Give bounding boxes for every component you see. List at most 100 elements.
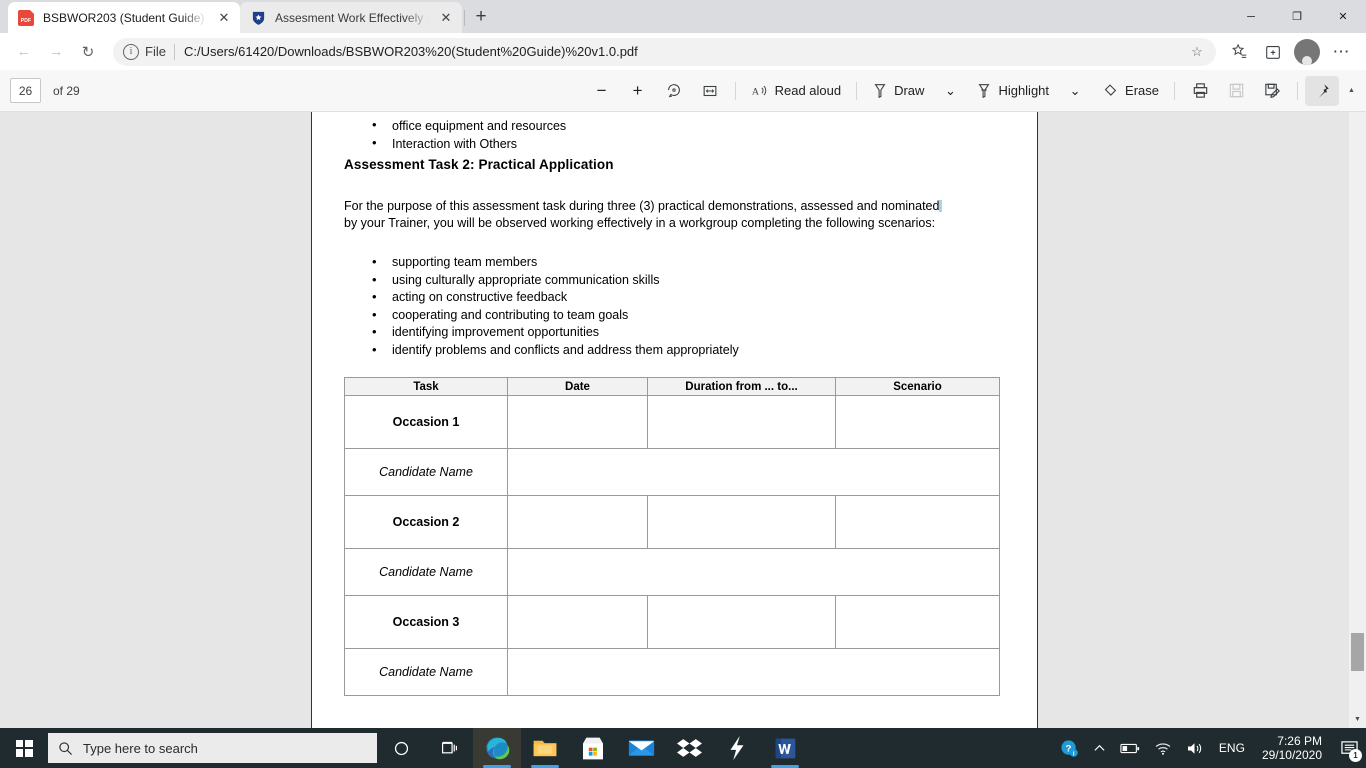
url-text[interactable]: C:/Users/61420/Downloads/BSBWOR203%20(St… (184, 44, 1184, 59)
rotate-icon[interactable] (656, 76, 692, 106)
taskbar-app-file-explorer-icon[interactable] (521, 728, 569, 768)
text-selection-caret (939, 200, 943, 212)
pdf-page-26: office equipment and resources Interacti… (311, 112, 1038, 728)
tab-close-icon[interactable]: ✕ (438, 10, 454, 26)
refresh-icon[interactable]: ↻ (72, 37, 104, 67)
date-cell[interactable] (507, 595, 648, 649)
row-label: Occasion 2 (344, 495, 508, 549)
notifications-button[interactable]: 1 (1332, 728, 1366, 768)
back-icon[interactable]: ← (8, 37, 40, 67)
zoom-in-button[interactable]: + (620, 76, 656, 106)
save-as-icon[interactable] (1254, 76, 1290, 106)
pdf-viewer-area: office equipment and resources Interacti… (0, 112, 1366, 728)
candidate-name-cell[interactable] (507, 648, 1000, 696)
forward-icon[interactable]: → (40, 37, 72, 67)
list-item: office equipment and resources (368, 116, 1004, 135)
notification-badge: 1 (1349, 749, 1362, 762)
scenario-cell[interactable] (835, 595, 1000, 649)
print-icon[interactable] (1182, 76, 1218, 106)
pin-icon (1318, 84, 1329, 98)
list-item: cooperating and contributing to team goa… (368, 306, 1004, 325)
pin-toolbar-button[interactable] (1305, 75, 1339, 106)
save-icon[interactable] (1218, 76, 1254, 106)
taskbar-app-mail-icon[interactable] (617, 728, 665, 768)
address-bar[interactable]: i File C:/Users/61420/Downloads/BSBWOR20… (113, 37, 1216, 66)
task-view-icon[interactable] (425, 728, 473, 768)
show-hidden-icons-chevron-up-icon[interactable] (1086, 728, 1113, 768)
add-favorite-icon[interactable]: ☆ (1184, 44, 1210, 60)
draw-label: Draw (894, 83, 925, 98)
browser-tab-1[interactable]: Assesment Work Effectively at the ✕ (240, 2, 462, 33)
profile-avatar[interactable] (1290, 37, 1324, 67)
taskbar-app-microsoft-edge-icon[interactable] (473, 728, 521, 768)
candidate-name-cell[interactable] (507, 448, 1000, 496)
doc-scenario-bullet-list: supporting team members using culturally… (368, 253, 1004, 360)
list-item: supporting team members (368, 253, 1004, 272)
search-placeholder: Type here to search (83, 740, 198, 756)
help-question-icon[interactable]: ? i (1053, 728, 1086, 768)
settings-and-more-icon[interactable]: ⋯ (1324, 37, 1358, 67)
scenario-cell[interactable] (835, 395, 1000, 449)
start-button[interactable] (0, 728, 48, 768)
duration-cell[interactable] (647, 595, 836, 649)
taskbar-app-microsoft-word-icon[interactable] (761, 728, 809, 768)
page-count-label: of 29 (53, 83, 80, 98)
scrollbar-up-arrow[interactable]: ▲ (1343, 87, 1360, 94)
tab-close-icon[interactable]: ✕ (216, 10, 232, 26)
zoom-out-button[interactable]: − (584, 76, 620, 106)
highlight-button[interactable]: Highlight (968, 76, 1057, 106)
assessment-table: Task Date Duration from ... to... Scenar… (344, 377, 1000, 696)
pdf-toolbar: 26 of 29 − + A Read aloud Draw ⌄ Highlig… (0, 70, 1366, 112)
minimize-button[interactable]: ─ (1228, 0, 1274, 33)
draw-options-chevron-down-icon[interactable]: ⌄ (932, 76, 968, 106)
candidate-name-cell[interactable] (507, 548, 1000, 596)
read-aloud-label: Read aloud (774, 83, 842, 98)
duration-cell[interactable] (647, 395, 836, 449)
table-row: Occasion 3 (344, 595, 1000, 649)
taskbar-app-dropbox-icon[interactable] (665, 728, 713, 768)
taskbar-app-microsoft-store-icon[interactable] (569, 728, 617, 768)
clock[interactable]: 7:26 PM 29/10/2020 (1252, 734, 1332, 762)
doc-top-bullet-list: office equipment and resources Interacti… (368, 116, 1004, 153)
erase-button[interactable]: Erase (1093, 76, 1167, 106)
close-window-button[interactable]: ✕ (1320, 0, 1366, 33)
highlight-label: Highlight (998, 83, 1050, 98)
maximize-button[interactable]: ❐ (1274, 0, 1320, 33)
speaker-volume-icon[interactable] (1179, 728, 1212, 768)
duration-cell[interactable] (647, 495, 836, 549)
doc-paragraph-line2: by your Trainer, you will be observed wo… (344, 216, 936, 230)
erase-label: Erase (1125, 83, 1159, 98)
date-cell[interactable] (507, 495, 648, 549)
scenario-cell[interactable] (835, 495, 1000, 549)
page-scrollbar[interactable]: ▼ (1349, 112, 1366, 728)
scrollbar-thumb[interactable] (1351, 633, 1364, 671)
draw-button[interactable]: Draw (864, 76, 932, 106)
read-aloud-button[interactable]: A Read aloud (743, 76, 850, 106)
wifi-icon[interactable] (1147, 728, 1179, 768)
battery-icon[interactable] (1113, 728, 1147, 768)
cortana-circle-icon[interactable] (377, 728, 425, 768)
page-number-input[interactable]: 26 (10, 78, 41, 103)
collections-icon[interactable] (1256, 37, 1290, 67)
highlight-options-chevron-down-icon[interactable]: ⌄ (1057, 76, 1093, 106)
highlighter-icon (978, 83, 990, 98)
tab-title: BSBWOR203 (Student Guide) v1.0 (43, 10, 207, 25)
svg-text:A: A (751, 86, 759, 97)
row-label: Candidate Name (344, 648, 508, 696)
site-info-icon[interactable]: i (123, 43, 139, 60)
new-tab-button[interactable]: + (467, 3, 495, 31)
list-item: identify problems and conflicts and addr… (368, 341, 1004, 360)
scrollbar-down-arrow[interactable]: ▼ (1349, 711, 1366, 728)
row-label: Occasion 1 (344, 395, 508, 449)
date-cell[interactable] (507, 395, 648, 449)
svg-text:i: i (1073, 750, 1075, 757)
browser-tab-0[interactable]: PDF BSBWOR203 (Student Guide) v1.0 ✕ (8, 2, 240, 33)
favorites-icon[interactable] (1222, 37, 1256, 67)
taskbar-app-lightning-icon[interactable] (713, 728, 761, 768)
toolbar-divider (1174, 81, 1175, 100)
row-label: Occasion 3 (344, 595, 508, 649)
taskbar-search-box[interactable]: Type here to search (48, 733, 377, 763)
fit-page-icon[interactable] (692, 76, 728, 106)
list-item: acting on constructive feedback (368, 288, 1004, 307)
language-indicator[interactable]: ENG (1212, 728, 1252, 768)
